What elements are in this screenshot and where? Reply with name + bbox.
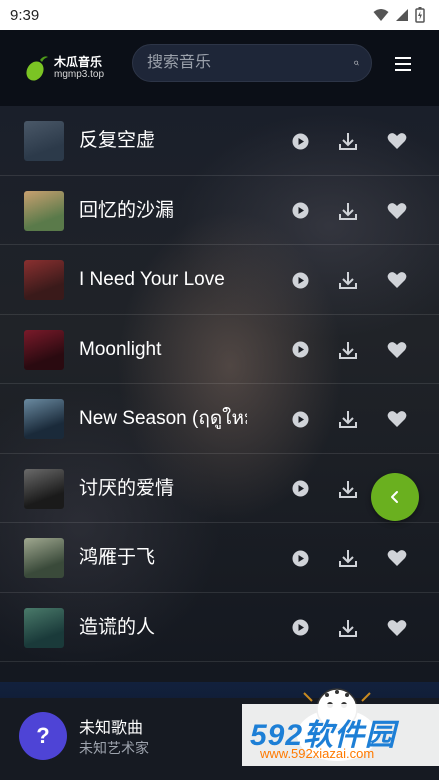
watermark-url: www.592xiazai.com — [260, 746, 375, 761]
play-icon — [292, 341, 308, 358]
download-button[interactable] — [337, 200, 359, 222]
chevron-left-icon — [391, 491, 398, 503]
song-list: 反复空虚 回忆的沙漏 I Need Your Love Moonlight Ne… — [0, 106, 439, 662]
favorite-button[interactable] — [386, 408, 408, 430]
favorite-button[interactable] — [386, 269, 408, 291]
song-title: 讨厌的爱情 — [79, 477, 175, 499]
play-button[interactable] — [289, 408, 311, 430]
favorite-button[interactable] — [386, 130, 408, 152]
search-input[interactable] — [147, 54, 354, 72]
status-icons — [373, 7, 425, 23]
song-title: 反复空虚 — [79, 130, 156, 151]
app-logo[interactable]: 木瓜音乐 mgmp3.top — [24, 50, 114, 86]
player-album-art[interactable]: ? — [19, 712, 67, 760]
play-button[interactable] — [289, 130, 311, 152]
song-row[interactable]: 回忆的沙漏 — [0, 176, 439, 245]
download-button[interactable] — [337, 130, 359, 152]
search-box[interactable] — [132, 44, 372, 82]
heart-icon — [387, 411, 407, 427]
favorite-button[interactable] — [386, 339, 408, 361]
song-title: 造谎的人 — [79, 616, 156, 638]
play-button[interactable] — [289, 617, 311, 639]
song-cover-art — [24, 190, 64, 231]
song-cover-art — [24, 399, 64, 439]
heart-icon — [387, 202, 407, 219]
battery-icon — [415, 7, 425, 23]
collapse-button[interactable] — [371, 473, 419, 521]
song-row[interactable]: 鸿雁于飞 — [0, 523, 439, 593]
favorite-button[interactable] — [386, 547, 408, 569]
download-icon — [339, 341, 357, 359]
play-icon — [292, 619, 308, 636]
favorite-button[interactable] — [386, 617, 408, 639]
heart-icon — [387, 133, 407, 149]
download-icon — [339, 619, 357, 637]
song-cover-art — [24, 121, 64, 161]
song-row[interactable]: Moonlight — [0, 315, 439, 384]
download-button[interactable] — [337, 269, 359, 291]
question-mark-icon: ? — [36, 723, 50, 748]
song-cover-art — [24, 538, 64, 578]
song-title: New Season (ฤดูใหม่) — [79, 408, 247, 429]
play-button[interactable] — [289, 200, 311, 222]
heart-icon — [387, 619, 407, 636]
play-button[interactable] — [289, 339, 311, 361]
play-icon — [292, 133, 308, 149]
app-header: 木瓜音乐 mgmp3.top — [0, 30, 439, 106]
download-icon — [339, 133, 357, 150]
status-bar: 9:39 — [0, 0, 439, 30]
play-icon — [292, 272, 308, 288]
papaya-logo-icon — [26, 56, 48, 81]
song-row[interactable]: I Need Your Love — [0, 245, 439, 315]
song-row[interactable]: 造谎的人 — [0, 593, 439, 662]
download-button[interactable] — [337, 547, 359, 569]
play-button[interactable] — [289, 478, 311, 500]
wifi-icon — [373, 9, 389, 21]
download-icon — [339, 480, 357, 498]
menu-icon[interactable] — [393, 56, 413, 72]
song-row[interactable]: 反复空虚 — [0, 106, 439, 176]
heart-icon — [387, 550, 407, 566]
signal-icon — [396, 9, 408, 21]
play-icon — [292, 480, 308, 497]
song-cover-art — [24, 468, 64, 509]
song-title: I Need Your Love — [79, 269, 225, 290]
heart-icon — [387, 341, 407, 358]
download-button[interactable] — [337, 617, 359, 639]
heart-icon — [387, 272, 407, 288]
player-artist: 未知艺术家 — [79, 740, 149, 756]
download-button[interactable] — [337, 478, 359, 500]
search-icon[interactable] — [354, 52, 359, 74]
play-icon — [292, 202, 308, 219]
status-time: 9:39 — [10, 6, 40, 24]
song-title: Moonlight — [79, 338, 162, 360]
favorite-button[interactable] — [386, 200, 408, 222]
download-button[interactable] — [337, 339, 359, 361]
player-song-title: 未知歌曲 — [79, 720, 144, 737]
download-button[interactable] — [337, 408, 359, 430]
song-cover-art — [24, 607, 64, 648]
play-icon — [292, 411, 308, 427]
download-icon — [339, 411, 357, 428]
logo-name: 木瓜音乐 — [54, 54, 103, 69]
download-icon — [339, 202, 357, 220]
logo-domain: mgmp3.top — [54, 69, 105, 81]
song-title: 鸿雁于飞 — [79, 547, 156, 568]
play-icon — [292, 550, 308, 566]
download-icon — [339, 272, 357, 289]
song-row[interactable]: New Season (ฤดูใหม่) — [0, 384, 439, 454]
song-title: 回忆的沙漏 — [79, 199, 175, 221]
play-button[interactable] — [289, 269, 311, 291]
download-icon — [339, 550, 357, 567]
song-cover-art — [24, 329, 64, 370]
play-button[interactable] — [289, 547, 311, 569]
song-cover-art — [24, 260, 64, 300]
watermark: 592软件园 www.592xiazai.com — [242, 704, 439, 766]
